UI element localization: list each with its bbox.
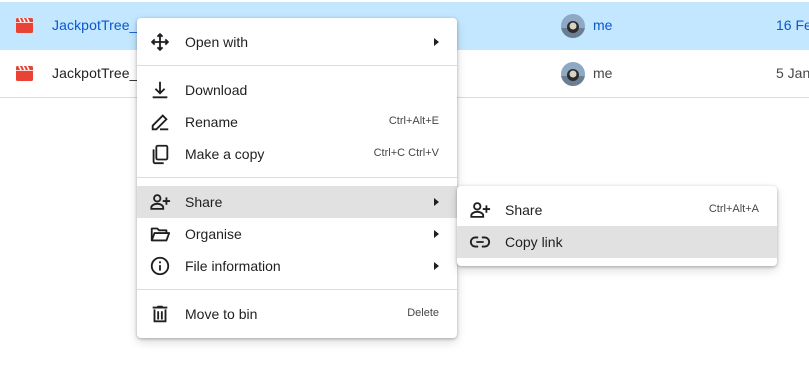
menu-item-label: Share [185, 194, 223, 210]
menu-item-label: Share [505, 202, 543, 218]
info-icon [149, 255, 171, 277]
download-icon [149, 79, 171, 101]
video-file-icon [16, 66, 33, 81]
submenu-arrow-icon [434, 198, 439, 206]
submenu-arrow-icon [434, 38, 439, 46]
menu-item-organise[interactable]: Organise [137, 218, 457, 250]
shortcut-label: Ctrl+C Ctrl+V [373, 147, 439, 159]
menu-divider [137, 177, 457, 178]
video-file-icon [16, 18, 33, 33]
folder-open-icon [149, 223, 171, 245]
menu-item-label: Copy link [505, 234, 563, 250]
pencil-icon [149, 111, 171, 133]
owner-label: me [593, 17, 613, 33]
avatar [561, 14, 585, 38]
file-name[interactable]: JackpotTree_ [52, 17, 138, 33]
menu-divider [137, 65, 457, 66]
share-submenu: Share Ctrl+Alt+A Copy link [457, 186, 777, 266]
shortcut-label: Ctrl+Alt+A [708, 203, 759, 215]
menu-divider [137, 289, 457, 290]
drive-file-list-view: JackpotTree_ me 16 Fe JackpotTree_ me 5 … [0, 0, 809, 369]
submenu-arrow-icon [434, 230, 439, 238]
owner-label: me [593, 65, 613, 81]
menu-item-label: Open with [185, 34, 249, 50]
menu-item-label: Rename [185, 114, 238, 130]
modified-date: 5 Jan [776, 65, 809, 81]
link-icon [469, 231, 491, 253]
menu-item-label: Make a copy [185, 146, 265, 162]
menu-item-open-with[interactable]: Open with [137, 26, 457, 58]
menu-item-label: File information [185, 258, 281, 274]
trash-icon [149, 303, 171, 325]
menu-item-move-to-bin[interactable]: Move to bin Delete [137, 298, 457, 330]
shortcut-label: Delete [407, 307, 439, 319]
menu-item-label: Download [185, 82, 248, 98]
menu-item-make-copy[interactable]: Make a copy Ctrl+C Ctrl+V [137, 138, 457, 170]
submenu-item-share[interactable]: Share Ctrl+Alt+A [457, 194, 777, 226]
avatar [561, 62, 585, 86]
move-arrows-icon [149, 31, 171, 53]
file-name[interactable]: JackpotTree_ [52, 65, 138, 81]
menu-item-rename[interactable]: Rename Ctrl+Alt+E [137, 106, 457, 138]
person-add-icon [149, 191, 171, 213]
submenu-item-copy-link[interactable]: Copy link [457, 226, 777, 258]
menu-item-share[interactable]: Share [137, 186, 457, 218]
menu-item-label: Move to bin [185, 306, 258, 322]
menu-item-label: Organise [185, 226, 242, 242]
menu-item-download[interactable]: Download [137, 74, 457, 106]
menu-item-file-information[interactable]: File information [137, 250, 457, 282]
context-menu: Open with Download Rename Ctrl+Alt+E Mak… [137, 18, 457, 338]
submenu-arrow-icon [434, 262, 439, 270]
shortcut-label: Ctrl+Alt+E [388, 115, 439, 127]
copy-icon [149, 143, 171, 165]
person-add-icon [469, 199, 491, 221]
modified-date: 16 Fe [776, 17, 809, 33]
